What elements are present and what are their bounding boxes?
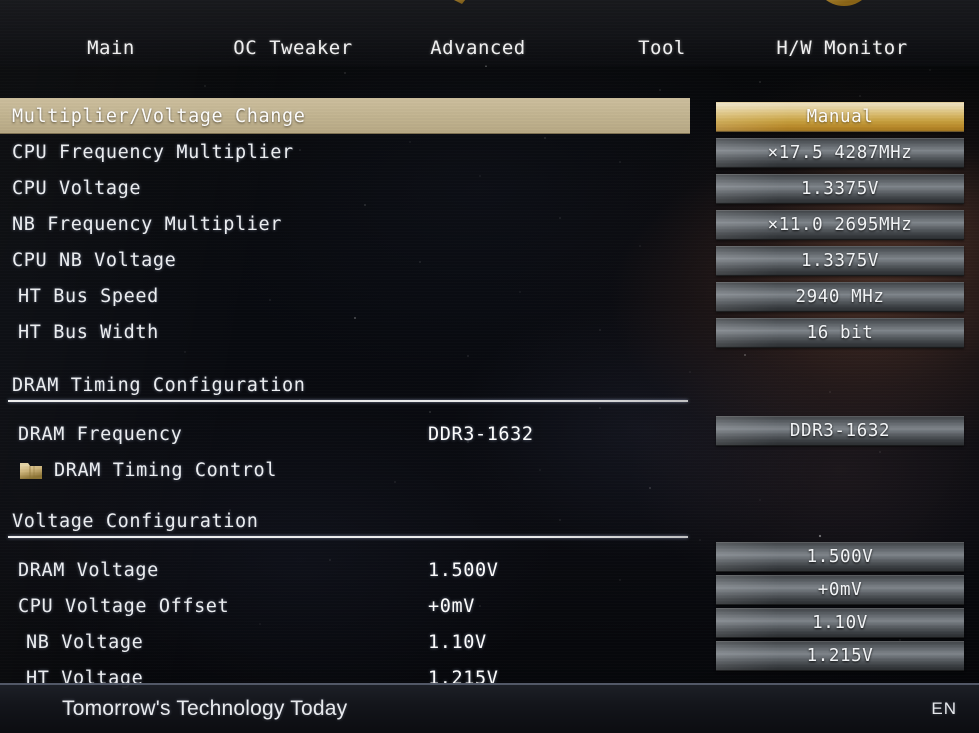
value-button-label: ×11.0 2695MHz <box>767 215 913 235</box>
setting-row[interactable]: DRAM Frequency DDR3-1632 <box>0 416 700 452</box>
gauge-icon <box>804 0 880 28</box>
footer-bar: Tomorrow's Technology Today EN <box>0 683 979 733</box>
setting-row[interactable]: CPU Voltage <box>0 170 700 206</box>
setting-inline-value: 1.500V <box>428 559 499 581</box>
value-button-label: 1.3375V <box>801 179 879 199</box>
value-button[interactable]: ×11.0 2695MHz <box>716 210 964 240</box>
value-button-label: ×17.5 4287MHz <box>767 143 913 163</box>
tab-label: H/W Monitor <box>776 37 908 59</box>
brand-slogan: Tomorrow's Technology Today <box>62 697 348 720</box>
setting-inline-value: DDR3-1632 <box>428 423 534 445</box>
value-button-label: 1.500V <box>806 547 874 567</box>
setting-label: HT Bus Speed <box>18 285 159 307</box>
tab-h-w-monitor[interactable]: H/W Monitor <box>752 0 932 66</box>
setting-row[interactable]: CPU Frequency Multiplier <box>0 134 700 170</box>
section-title: Voltage Configuration <box>12 510 259 532</box>
value-button-label: 16 bit <box>806 323 874 343</box>
tab-advanced[interactable]: Advanced <box>388 0 568 66</box>
setting-label: CPU NB Voltage <box>12 249 177 271</box>
value-button-label: +0mV <box>817 580 863 600</box>
value-button[interactable]: 1.215V <box>716 641 964 671</box>
value-button[interactable]: 1.500V <box>716 542 964 572</box>
value-button-label: 1.3375V <box>801 251 879 271</box>
setting-row[interactable]: HT Bus Speed <box>0 278 700 314</box>
value-button-label: 2940 MHz <box>795 287 885 307</box>
tab-main[interactable]: Main <box>21 0 201 66</box>
setting-label: CPU Voltage <box>12 177 142 199</box>
section-divider <box>8 400 688 402</box>
value-button[interactable]: 16 bit <box>716 318 964 348</box>
setting-row[interactable]: NB Voltage 1.10V <box>0 624 700 660</box>
value-button-selected[interactable]: Manual <box>716 102 964 132</box>
main-tab-bar: Main OC Tweaker Advanced Tool H/W Monitor <box>0 0 979 66</box>
setting-label: NB Frequency Multiplier <box>12 213 282 235</box>
setting-label: DRAM Frequency <box>18 423 183 445</box>
document-icon <box>73 0 149 28</box>
tab-tool[interactable]: Tool <box>572 0 752 66</box>
value-button[interactable]: 1.10V <box>716 608 964 638</box>
bios-screen: Main OC Tweaker Advanced Tool H/W Monitor Mu… <box>0 0 979 733</box>
value-button-label: 1.215V <box>806 646 874 666</box>
value-button-label: Manual <box>806 107 874 127</box>
setting-inline-value: 1.10V <box>428 631 487 653</box>
section-title: DRAM Timing Configuration <box>12 374 306 396</box>
setting-label: DRAM Timing Control <box>54 459 278 481</box>
wrench-icon <box>255 0 331 28</box>
value-button[interactable]: +0mV <box>716 575 964 605</box>
tab-label: Tool <box>638 37 686 59</box>
setting-row[interactable]: Multiplier/Voltage Change <box>0 98 690 134</box>
value-button-label: DDR3-1632 <box>789 421 891 441</box>
tab-label: Advanced <box>430 37 526 59</box>
section-header: Voltage Configuration <box>0 504 700 538</box>
value-button-label: 1.10V <box>812 613 868 633</box>
value-button[interactable]: ×17.5 4287MHz <box>716 138 964 168</box>
tab-label: Main <box>87 37 135 59</box>
value-button[interactable]: 2940 MHz <box>716 282 964 312</box>
gears-icon <box>440 0 516 28</box>
section-divider <box>8 536 688 538</box>
setting-row[interactable]: CPU Voltage Offset +0mV <box>0 588 700 624</box>
value-button[interactable]: 1.3375V <box>716 246 964 276</box>
setting-row[interactable]: CPU NB Voltage <box>0 242 700 278</box>
value-button[interactable]: 1.3375V <box>716 174 964 204</box>
toolbox-icon <box>624 0 700 28</box>
setting-inline-value: +0mV <box>428 595 475 617</box>
setting-label: NB Voltage <box>26 631 144 653</box>
setting-label: Multiplier/Voltage Change <box>12 105 306 127</box>
section-header: DRAM Timing Configuration <box>0 368 700 402</box>
setting-row[interactable]: HT Bus Width <box>0 314 700 350</box>
language-indicator[interactable]: EN <box>931 699 957 719</box>
setting-row[interactable]: DRAM Voltage 1.500V <box>0 552 700 588</box>
setting-label: CPU Frequency Multiplier <box>12 141 294 163</box>
setting-label: DRAM Voltage <box>18 559 159 581</box>
value-button[interactable]: DDR3-1632 <box>716 416 964 446</box>
setting-label: CPU Voltage Offset <box>18 595 230 617</box>
submenu-item[interactable]: DRAM Timing Control <box>0 452 700 488</box>
setting-label: HT Bus Width <box>18 321 159 343</box>
folder-icon <box>18 459 44 481</box>
tab-oc-tweaker[interactable]: OC Tweaker <box>203 0 383 66</box>
tab-label: OC Tweaker <box>233 37 353 59</box>
setting-row[interactable]: NB Frequency Multiplier <box>0 206 700 242</box>
